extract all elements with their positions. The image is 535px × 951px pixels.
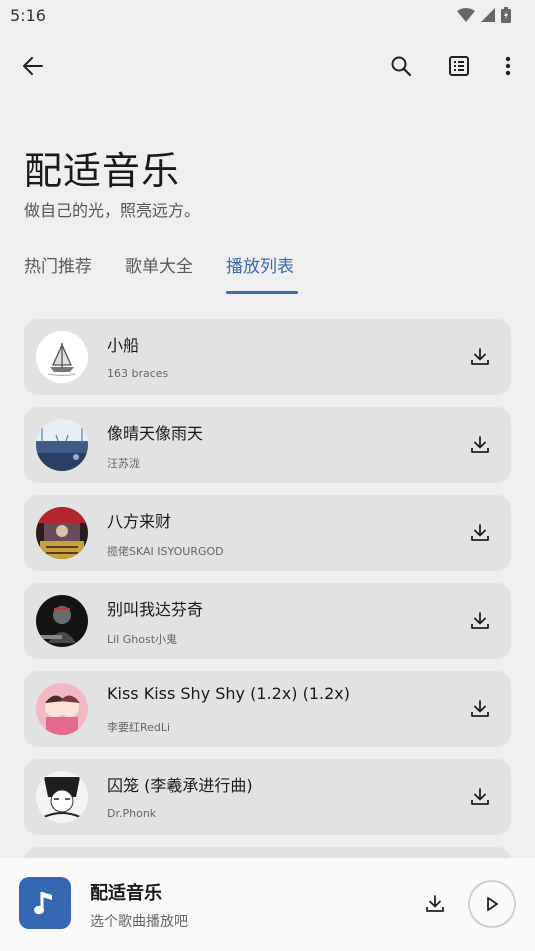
album-cover — [36, 683, 88, 735]
toolbar — [0, 42, 535, 90]
tab-hot-recommend[interactable]: 热门推荐 — [24, 252, 92, 277]
album-cover — [36, 507, 88, 559]
download-icon — [471, 700, 489, 717]
song-title: Kiss Kiss Shy Shy (1.2x) (1.2x) — [107, 684, 350, 703]
download-icon — [471, 436, 489, 453]
search-icon — [391, 56, 412, 77]
song-artist: 汪苏泷 — [107, 457, 140, 470]
play-icon — [487, 897, 498, 911]
player-subtitle: 选个歌曲播放吧 — [90, 914, 188, 930]
song-artist: 李要红RedLi — [107, 721, 171, 734]
tab-indicator — [226, 291, 298, 294]
song-item[interactable]: Kiss Kiss Shy Shy (1.2x) (1.2x) 李要红RedLi — [24, 671, 511, 747]
wifi-icon — [457, 8, 475, 22]
download-button[interactable] — [464, 781, 496, 813]
song-title: 囚笼 (李羲承进行曲) — [107, 776, 253, 795]
player-title: 配适音乐 — [90, 883, 162, 904]
download-icon — [471, 524, 489, 541]
status-icons — [457, 7, 511, 23]
page-title: 配适音乐 — [24, 149, 181, 193]
download-icon — [426, 895, 444, 912]
song-artist: 揽佬SKAI ISYOURGOD — [107, 545, 224, 558]
album-cover — [36, 331, 88, 383]
download-button[interactable] — [464, 429, 496, 461]
song-title: 别叫我达芬奇 — [107, 600, 204, 619]
search-button[interactable] — [381, 46, 421, 86]
song-artist: Dr.Phonk — [107, 807, 157, 820]
album-cover — [36, 419, 88, 471]
download-icon — [471, 612, 489, 629]
song-title: 小船 — [107, 336, 140, 355]
song-item-partial[interactable] — [24, 847, 511, 858]
song-list[interactable]: 小船 163 braces 像晴天像雨天 汪苏泷 八方来财 揽佬SKAI ISY… — [24, 319, 511, 858]
back-button[interactable] — [13, 46, 53, 86]
song-item[interactable]: 别叫我达芬奇 Lil Ghost小鬼 — [24, 583, 511, 659]
signal-icon — [481, 8, 495, 22]
status-bar: 5:16 — [0, 0, 535, 30]
song-title: 像晴天像雨天 — [107, 424, 204, 443]
more-options-button[interactable] — [488, 46, 528, 86]
album-cover — [36, 595, 88, 647]
player-artwork — [19, 877, 71, 929]
more-vert-icon — [505, 56, 511, 76]
status-time: 5:16 — [10, 5, 46, 25]
page-subtitle: 做自己的光，照亮远方。 — [24, 201, 201, 220]
song-artist: 163 braces — [107, 367, 169, 380]
list-view-icon — [449, 56, 469, 76]
battery-icon — [501, 7, 511, 23]
tab-playlists[interactable]: 歌单大全 — [125, 252, 193, 277]
player-download-button[interactable] — [419, 888, 451, 920]
song-item[interactable]: 囚笼 (李羲承进行曲) Dr.Phonk — [24, 759, 511, 835]
album-cover — [36, 771, 88, 823]
download-button[interactable] — [464, 517, 496, 549]
mini-player[interactable]: 配适音乐 选个歌曲播放吧 — [0, 858, 535, 951]
download-icon — [471, 348, 489, 365]
song-item[interactable]: 像晴天像雨天 汪苏泷 — [24, 407, 511, 483]
arrow-left-icon — [23, 57, 43, 75]
download-button[interactable] — [464, 693, 496, 725]
download-button[interactable] — [464, 605, 496, 637]
song-item[interactable]: 小船 163 braces — [24, 319, 511, 395]
play-button[interactable] — [468, 880, 516, 928]
list-view-button[interactable] — [439, 46, 479, 86]
music-note-icon — [34, 892, 52, 915]
download-button[interactable] — [464, 341, 496, 373]
song-item[interactable]: 八方来财 揽佬SKAI ISYOURGOD — [24, 495, 511, 571]
download-icon — [471, 788, 489, 805]
song-title: 八方来财 — [107, 512, 172, 531]
tab-play-queue[interactable]: 播放列表 — [226, 252, 294, 277]
song-artist: Lil Ghost小鬼 — [107, 633, 178, 646]
